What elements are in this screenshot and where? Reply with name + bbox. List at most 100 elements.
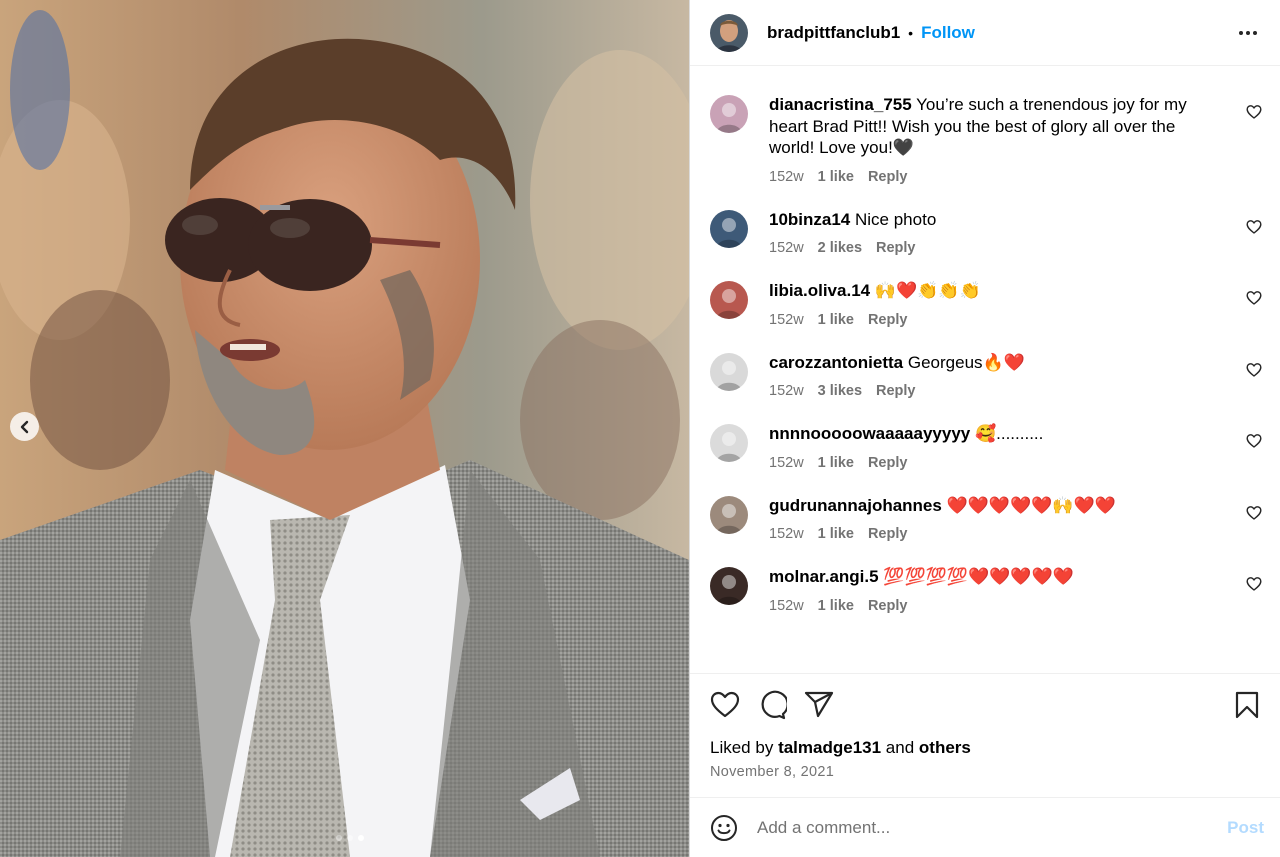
commenter-username[interactable]: gudrunannajohannes	[769, 496, 942, 515]
comment-meta: 152w 1 like Reply	[769, 169, 1219, 185]
commenter-avatar[interactable]	[710, 209, 748, 248]
liked-by-prefix: Liked by	[710, 738, 774, 757]
commenter-username[interactable]: libia.oliva.14	[769, 281, 870, 300]
comment-reply-button[interactable]: Reply	[868, 526, 908, 542]
comment-time[interactable]: 152w	[769, 240, 804, 256]
comment-likes[interactable]: 3 likes	[818, 383, 862, 399]
comment-text: Nice photo	[855, 209, 937, 229]
author-avatar[interactable]	[710, 13, 748, 52]
post-date[interactable]: November 8, 2021	[710, 764, 1262, 780]
heart-icon[interactable]	[710, 690, 740, 720]
comment-likes[interactable]: 1 like	[818, 455, 854, 471]
comment-time[interactable]: 152w	[769, 169, 804, 185]
comment-time[interactable]: 152w	[769, 455, 804, 471]
comment-likes[interactable]: 2 likes	[818, 240, 862, 256]
comment-likes[interactable]: 1 like	[818, 526, 854, 542]
commenter-username[interactable]: dianacristina_755	[769, 95, 912, 114]
comment-likes[interactable]: 1 like	[818, 169, 854, 185]
comment-text-line: gudrunannajohannes ❤️❤️❤️❤️❤️🙌❤️❤️	[769, 495, 1219, 517]
post-photo	[0, 0, 689, 857]
comment-reply-button[interactable]: Reply	[868, 312, 908, 328]
carousel-dot	[335, 835, 342, 841]
comment-likes[interactable]: 1 like	[818, 312, 854, 328]
comment-heart-icon[interactable]	[1246, 576, 1262, 592]
comment-reply-button[interactable]: Reply	[876, 383, 916, 399]
comment-item: molnar.angi.5 💯💯💯💯❤️❤️❤️❤️❤️ 152w 1 like…	[710, 566, 1262, 614]
commenter-avatar[interactable]	[710, 495, 748, 534]
comment-heart-icon[interactable]	[1246, 290, 1262, 306]
comment-reply-button[interactable]: Reply	[868, 169, 908, 185]
comment-body: 10binza14 Nice photo 152w 2 likes Reply	[769, 209, 1219, 257]
comment-meta: 152w 1 like Reply	[769, 598, 1219, 614]
comment-body: libia.oliva.14 🙌❤️👏👏👏 152w 1 like Reply	[769, 280, 1219, 328]
commenter-username[interactable]: molnar.angi.5	[769, 567, 879, 586]
header-separator: •	[908, 24, 914, 41]
comment-body: gudrunannajohannes ❤️❤️❤️❤️❤️🙌❤️❤️ 152w …	[769, 495, 1219, 543]
carousel-prev-button[interactable]	[10, 412, 39, 441]
comment-heart-icon[interactable]	[1246, 104, 1262, 120]
comment-reply-button[interactable]: Reply	[876, 240, 916, 256]
add-comment-bar: Post	[690, 797, 1280, 857]
post-comment-button[interactable]: Post	[1227, 818, 1264, 838]
follow-button[interactable]: Follow	[921, 23, 975, 43]
comment-meta: 152w 1 like Reply	[769, 312, 1219, 328]
comment-icon[interactable]	[757, 690, 787, 720]
liked-by-user-link[interactable]: talmadge131	[778, 738, 881, 757]
comment-text-line: 10binza14 Nice photo	[769, 209, 1219, 231]
liked-by-others-link[interactable]: others	[919, 738, 971, 757]
carousel-indicator	[0, 835, 689, 841]
comment-text-line: molnar.angi.5 💯💯💯💯❤️❤️❤️❤️❤️	[769, 566, 1219, 588]
carousel-dot-active	[357, 835, 364, 841]
comment-meta: 152w 1 like Reply	[769, 455, 1219, 471]
comment-time[interactable]: 152w	[769, 526, 804, 542]
more-horizontal-icon	[1239, 30, 1257, 35]
comment-meta: 152w 2 likes Reply	[769, 240, 1219, 256]
commenter-username[interactable]: nnnnooooowaaaaayyyyy	[769, 424, 970, 443]
liked-by-line: Liked by talmadge131 and others	[710, 738, 1262, 758]
comment-item: 10binza14 Nice photo 152w 2 likes Reply	[710, 209, 1262, 257]
comment-reply-button[interactable]: Reply	[868, 598, 908, 614]
bookmark-icon[interactable]	[1232, 690, 1262, 720]
commenter-username[interactable]: 10binza14	[769, 210, 850, 229]
post-side-panel: bradpittfanclub1 • Follow dianacristina_…	[689, 0, 1280, 857]
instagram-post-view: bradpittfanclub1 • Follow dianacristina_…	[0, 0, 1280, 857]
comment-meta: 152w 1 like Reply	[769, 526, 1219, 542]
comments-list: dianacristina_755 You’re such a trenendo…	[690, 66, 1280, 673]
comment-heart-icon[interactable]	[1246, 219, 1262, 235]
author-username[interactable]: bradpittfanclub1	[767, 23, 900, 43]
liked-by-and: and	[885, 738, 915, 757]
comment-time[interactable]: 152w	[769, 312, 804, 328]
more-options-button[interactable]	[1236, 21, 1260, 45]
post-header: bradpittfanclub1 • Follow	[690, 0, 1280, 66]
comment-text-line: dianacristina_755 You’re such a trenendo…	[769, 94, 1219, 159]
commenter-username[interactable]: carozzantonietta	[769, 353, 903, 372]
comment-heart-icon[interactable]	[1246, 505, 1262, 521]
comment-heart-icon[interactable]	[1246, 362, 1262, 378]
commenter-avatar[interactable]	[710, 95, 748, 133]
comment-time[interactable]: 152w	[769, 598, 804, 614]
commenter-avatar[interactable]	[710, 352, 748, 391]
comment-text: 🙌❤️👏👏👏	[874, 281, 981, 300]
comment-text-line: carozzantonietta Georgeus🔥❤️	[769, 352, 1219, 374]
comment-time[interactable]: 152w	[769, 383, 804, 399]
commenter-avatar[interactable]	[710, 281, 748, 319]
portrait-image	[0, 0, 689, 857]
comment-text: 💯💯💯💯❤️❤️❤️❤️❤️	[883, 567, 1074, 586]
chevron-left-icon	[20, 420, 28, 433]
comment-reply-button[interactable]: Reply	[868, 455, 908, 471]
comment-text: 🥰..........	[974, 424, 1044, 443]
commenter-avatar[interactable]	[710, 424, 748, 462]
comment-heart-icon[interactable]	[1246, 433, 1262, 449]
comment-body: molnar.angi.5 💯💯💯💯❤️❤️❤️❤️❤️ 152w 1 like…	[769, 566, 1219, 614]
comment-text: ❤️❤️❤️❤️❤️🙌❤️❤️	[946, 495, 1116, 515]
share-icon[interactable]	[804, 690, 834, 720]
carousel-dot	[346, 835, 353, 841]
commenter-avatar[interactable]	[710, 567, 748, 605]
smiley-icon[interactable]	[710, 814, 738, 842]
comment-input[interactable]	[757, 817, 1228, 838]
comment-likes[interactable]: 1 like	[818, 598, 854, 614]
comment-body: nnnnooooowaaaaayyyyy 🥰.......... 152w 1 …	[769, 423, 1219, 471]
comment-item: carozzantonietta Georgeus🔥❤️ 152w 3 like…	[710, 352, 1262, 400]
comment-item: nnnnooooowaaaaayyyyy 🥰.......... 152w 1 …	[710, 423, 1262, 471]
comment-body: carozzantonietta Georgeus🔥❤️ 152w 3 like…	[769, 352, 1219, 400]
